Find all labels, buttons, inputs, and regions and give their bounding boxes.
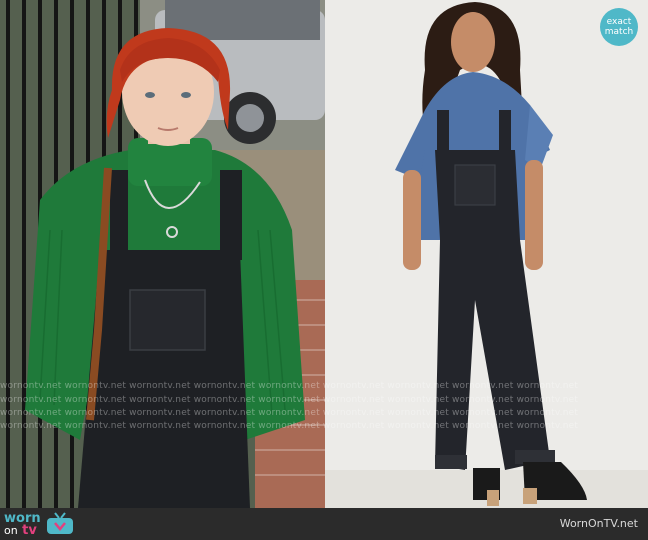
wornontv-logo[interactable]: worn on tv — [4, 511, 75, 537]
logo-on-tv-line: on tv — [4, 522, 41, 538]
character-photo — [0, 0, 325, 508]
watermark-row: wornontv.net wornontv.net wornontv.net w… — [0, 395, 579, 405]
product-photo-image — [325, 0, 648, 508]
logo-wordmark: worn on tv — [4, 512, 41, 538]
exact-match-badge: exact match — [600, 8, 638, 46]
character-photo-image — [0, 0, 325, 508]
logo-tv-text: tv — [22, 522, 37, 538]
product-photo: exact match — [325, 0, 648, 508]
site-name: WornOnTV.net — [559, 517, 638, 530]
watermark-row: wornontv.net wornontv.net wornontv.net w… — [0, 381, 579, 391]
watermark-row: wornontv.net wornontv.net wornontv.net w… — [0, 421, 579, 431]
logo-on-text: on — [4, 523, 18, 537]
badge-line-2: match — [604, 27, 634, 37]
watermark-row: wornontv.net wornontv.net wornontv.net w… — [0, 408, 579, 418]
badge-line-1: exact — [606, 17, 632, 27]
footer-bar: worn on tv WornOnTV.net — [0, 508, 648, 540]
tv-icon — [46, 512, 73, 534]
